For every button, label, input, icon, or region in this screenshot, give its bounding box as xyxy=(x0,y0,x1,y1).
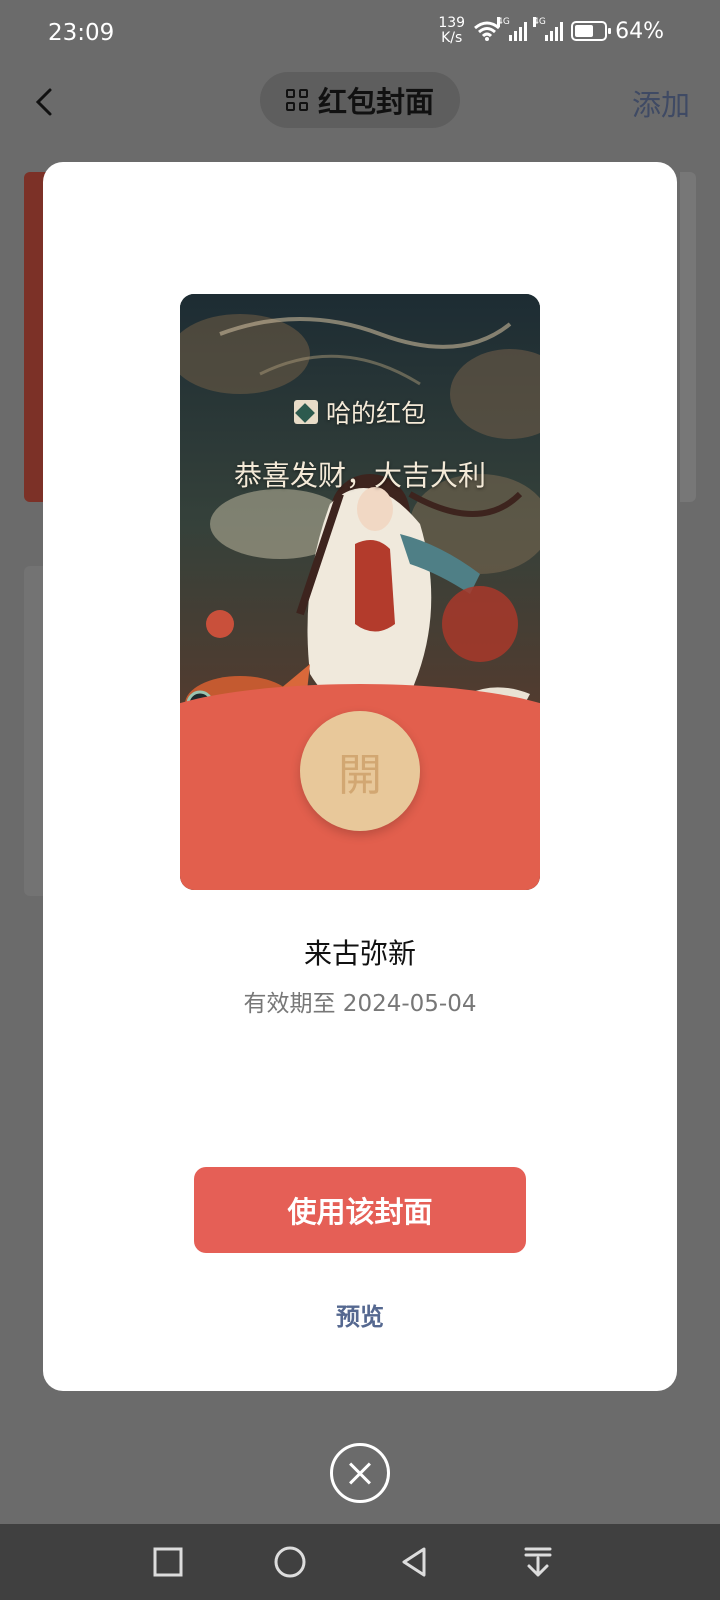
cover-expiry: 有效期至 2024-05-04 xyxy=(243,991,477,1017)
circle-icon[interactable] xyxy=(272,1544,308,1580)
background-card-edge xyxy=(680,172,696,502)
network-speed: 139 K/s xyxy=(438,15,466,46)
system-nav-bar xyxy=(0,1524,720,1600)
cover-name: 来古弥新 xyxy=(303,937,416,970)
cover-blessing: 恭喜发财，大吉大利 xyxy=(233,459,486,492)
triangle-back-icon[interactable] xyxy=(396,1544,432,1580)
cover-sender-text: 哈的红包 xyxy=(325,399,426,428)
battery-icon xyxy=(571,21,612,41)
square-icon[interactable] xyxy=(150,1544,186,1580)
signal-icon-1: 4G xyxy=(497,17,528,41)
battery-percent: 64% xyxy=(615,18,664,44)
cover-sender: 哈的红包 xyxy=(180,394,540,430)
chevron-left-icon[interactable] xyxy=(24,80,68,124)
download-icon[interactable] xyxy=(520,1544,556,1580)
page-title[interactable]: 红包封面 xyxy=(260,72,460,128)
page-title-text: 红包封面 xyxy=(317,85,434,119)
status-time: 23:09 xyxy=(48,20,115,46)
add-button[interactable]: 添加 xyxy=(632,82,690,124)
open-button: 開 xyxy=(300,711,420,831)
grid-icon xyxy=(285,89,308,111)
close-circle-icon[interactable] xyxy=(330,1443,390,1503)
app-header: 红包封面 添加 xyxy=(0,70,720,134)
red-packet-cover-preview: 開 哈的红包 恭喜发财，大吉大利 xyxy=(180,294,540,890)
use-cover-button[interactable]: 使用该封面 xyxy=(194,1167,526,1253)
battery-level xyxy=(575,25,594,37)
status-bar: 23:09 139 K/s 4G 4G 64% xyxy=(0,0,720,70)
sender-avatar xyxy=(293,400,318,424)
signal-icon-2: 4G xyxy=(533,17,564,41)
cover-dialog: 開 哈的红包 恭喜发财，大吉大利 来古弥新 有效期至 2024-05-04 使用… xyxy=(43,162,677,1391)
preview-link[interactable]: 预览 xyxy=(43,1297,677,1332)
status-indicators: 139 K/s 4G 4G 64% xyxy=(438,16,664,46)
